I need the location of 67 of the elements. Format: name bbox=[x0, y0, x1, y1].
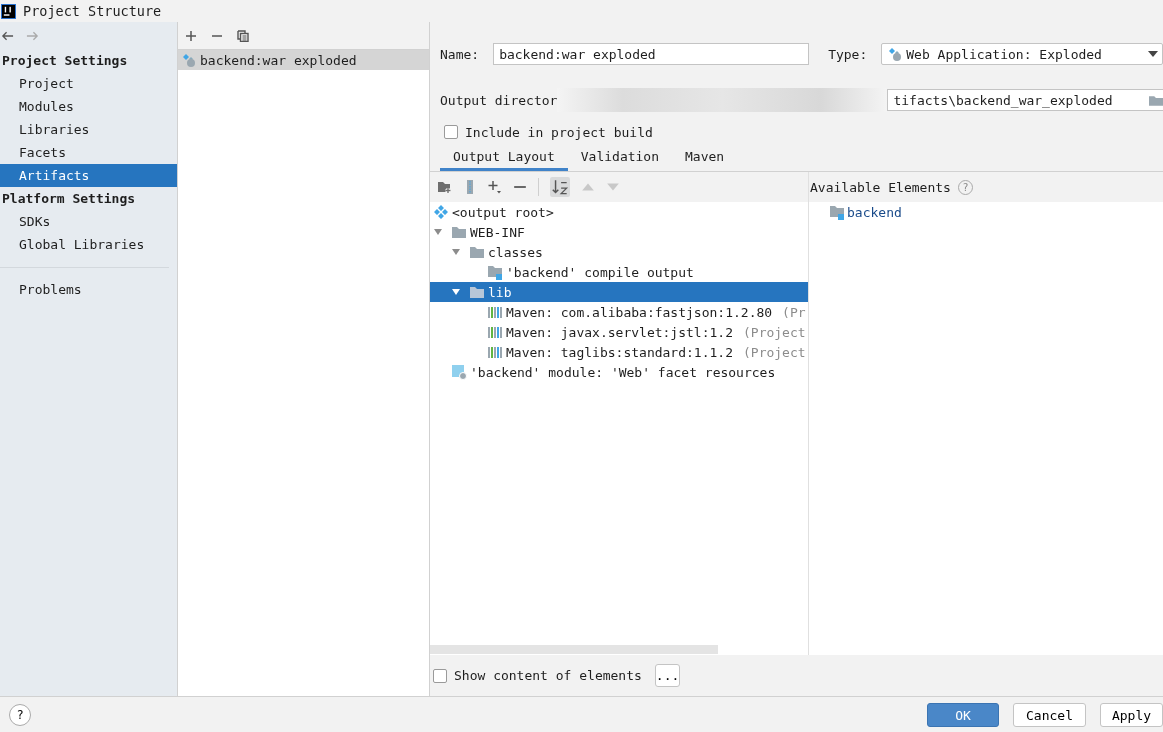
more-button[interactable]: ... bbox=[654, 664, 680, 687]
output-folder-icon bbox=[487, 264, 503, 280]
tab[interactable]: Output Layout bbox=[440, 146, 568, 171]
expand-arrow-icon[interactable] bbox=[433, 227, 443, 237]
app-logo-icon bbox=[1, 3, 16, 19]
expand-arrow-icon[interactable] bbox=[451, 247, 461, 257]
help-button[interactable]: ? bbox=[9, 704, 31, 726]
tree-row[interactable]: Maven: taglibs:standard:1.1.2 (Project bbox=[430, 342, 808, 362]
sidebar-item[interactable]: Global Libraries bbox=[0, 233, 177, 256]
web-artifact-icon bbox=[181, 52, 197, 68]
type-dropdown[interactable]: Web Application: Exploded bbox=[881, 43, 1163, 65]
output-root-icon bbox=[433, 204, 449, 220]
library-icon bbox=[487, 344, 503, 360]
expand-arrow-icon[interactable] bbox=[451, 287, 461, 297]
tree-row[interactable]: 'backend' compile output bbox=[430, 262, 808, 282]
copy-icon[interactable] bbox=[237, 29, 249, 42]
sidebar-item[interactable]: SDKs bbox=[0, 210, 177, 233]
section-heading: Project Settings bbox=[1, 52, 129, 70]
artifact-item[interactable]: backend:war exploded bbox=[178, 50, 429, 70]
sidebar-item[interactable]: Artifacts bbox=[0, 164, 177, 187]
available-element[interactable]: backend bbox=[847, 204, 902, 220]
checkbox[interactable] bbox=[433, 668, 447, 683]
tree-row[interactable]: lib bbox=[430, 282, 808, 302]
dropdown-caret-icon bbox=[1148, 51, 1158, 57]
forward-arrow-icon[interactable] bbox=[26, 31, 39, 41]
tree-row[interactable]: Maven: javax.servlet:jstl:1.2 (Project bbox=[430, 322, 808, 342]
output-directory-field[interactable]: tifacts\backend_war_exploded bbox=[887, 89, 1163, 111]
library-icon bbox=[487, 324, 503, 340]
add-dropdown-icon[interactable] bbox=[488, 180, 502, 194]
available-elements-title: Available Elements bbox=[810, 179, 951, 195]
sidebar-item[interactable]: Libraries bbox=[0, 118, 177, 141]
sidebar-item[interactable]: Facets bbox=[0, 141, 177, 164]
ok-button[interactable]: OK bbox=[927, 703, 999, 727]
sidebar-item[interactable]: Problems bbox=[0, 278, 177, 301]
scrollbar[interactable] bbox=[430, 645, 718, 654]
web-facet-icon bbox=[451, 364, 467, 380]
tab[interactable]: Maven bbox=[672, 146, 738, 171]
name-label: Name: bbox=[440, 46, 480, 62]
section-heading: Platform Settings bbox=[1, 190, 137, 208]
tree-row[interactable]: <output root> bbox=[430, 202, 808, 222]
tree-row[interactable]: Maven: com.alibaba:fastjson:1.2.80 (Pr bbox=[430, 302, 808, 322]
folder-icon[interactable] bbox=[1149, 94, 1163, 106]
folder-icon bbox=[469, 284, 485, 300]
tree-row[interactable]: classes bbox=[430, 242, 808, 262]
output-directory-label: Output director bbox=[440, 92, 558, 108]
tab[interactable]: Validation bbox=[567, 146, 673, 171]
folder-icon bbox=[469, 244, 485, 260]
include-in-build-label: Include in project build bbox=[465, 124, 653, 140]
type-label: Type: bbox=[828, 46, 868, 62]
show-content-label: Show content of elements bbox=[454, 668, 642, 683]
dialog-button[interactable]: Apply bbox=[1100, 703, 1163, 727]
dialog-button[interactable]: Cancel bbox=[1013, 703, 1086, 727]
back-arrow-icon[interactable] bbox=[1, 31, 14, 41]
sidebar-item[interactable]: Project bbox=[0, 72, 177, 95]
library-icon bbox=[487, 304, 503, 320]
web-artifact-icon bbox=[887, 46, 904, 62]
folder-icon bbox=[451, 224, 467, 240]
module-icon bbox=[829, 204, 845, 220]
new-folder-icon[interactable] bbox=[438, 180, 452, 194]
checkbox[interactable] bbox=[444, 125, 458, 139]
name-field[interactable]: backend:war exploded bbox=[493, 43, 810, 65]
sort-icon[interactable] bbox=[550, 177, 570, 197]
add-icon[interactable] bbox=[185, 29, 197, 42]
tree-row[interactable]: WEB-INF bbox=[430, 222, 808, 242]
sidebar-item[interactable]: Modules bbox=[0, 95, 177, 118]
window-title: Project Structure bbox=[23, 3, 162, 19]
tree-row[interactable]: 'backend' module: 'Web' facet resources bbox=[430, 362, 808, 382]
